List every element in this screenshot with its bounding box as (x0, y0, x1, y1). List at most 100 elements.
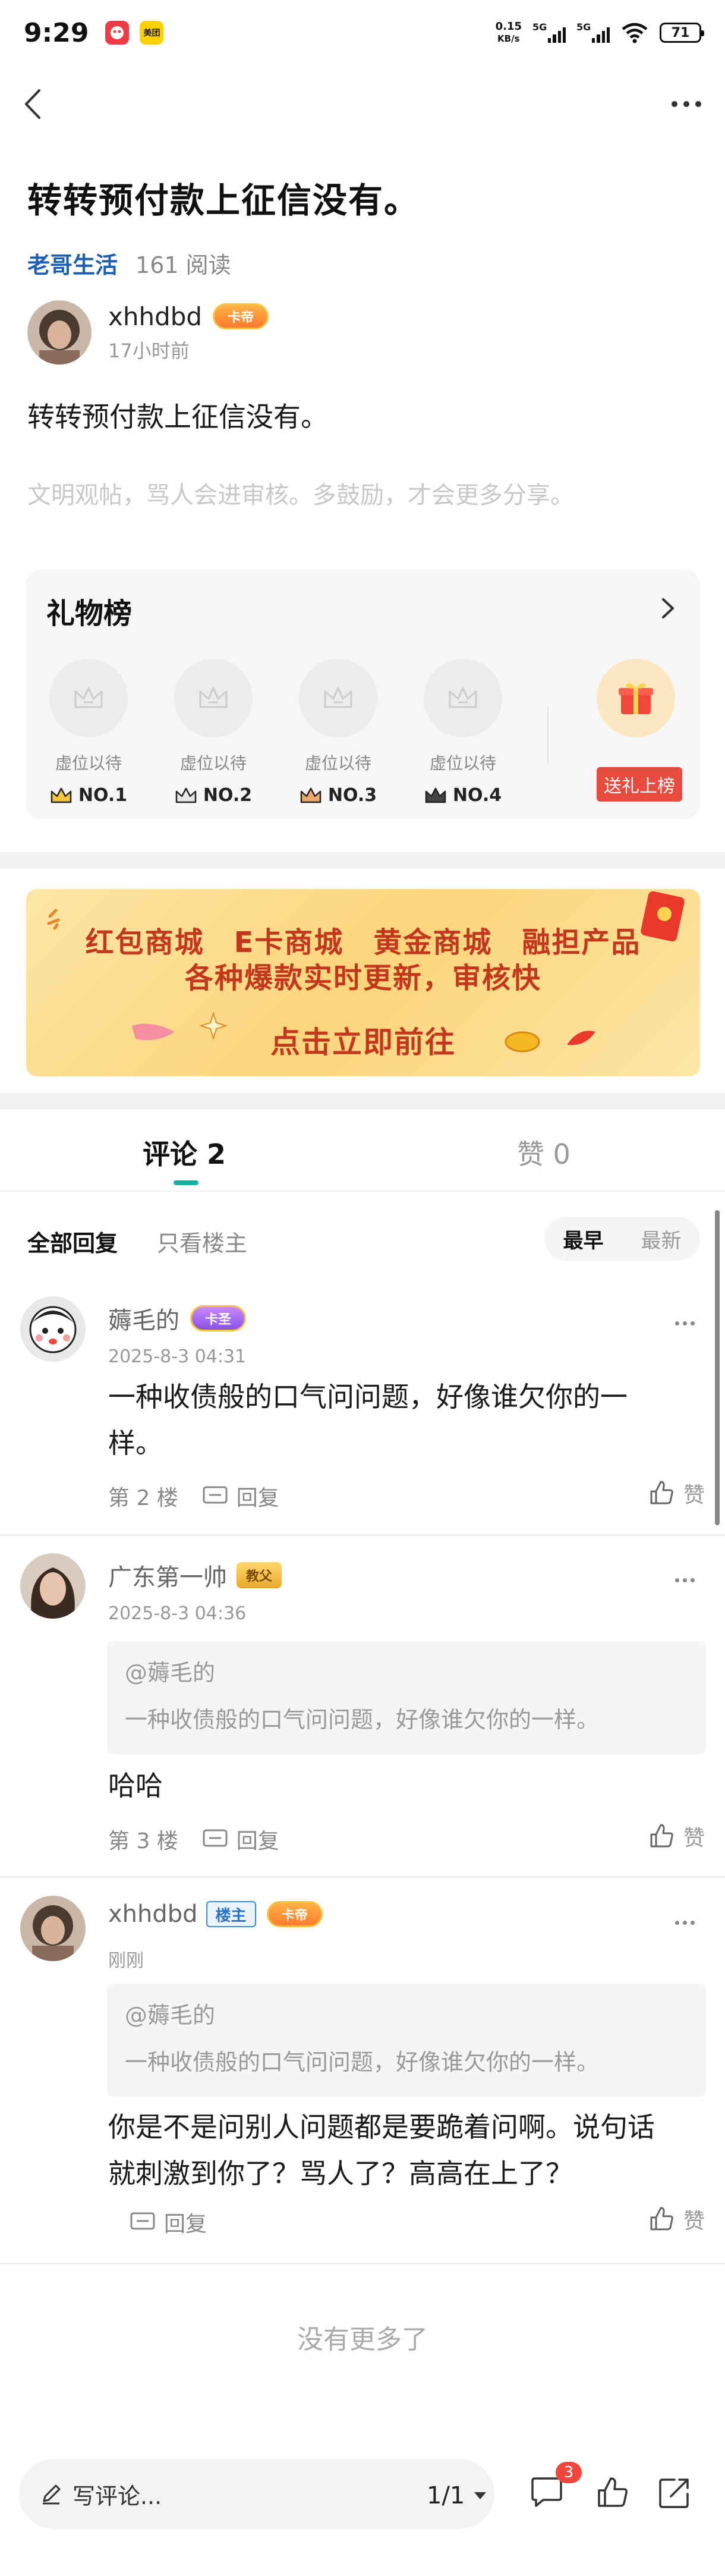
commenter-name[interactable]: xhhdbd (108, 1900, 198, 1928)
gift-slot-label: 虚位以待 (304, 753, 371, 773)
like-button[interactable]: 赞 (648, 2204, 705, 2235)
comment-time: 刚刚 (108, 1950, 144, 1971)
crown-icon (449, 687, 477, 708)
thumbs-up-icon (650, 2207, 673, 2231)
commenter-name[interactable]: 薅毛的 (108, 1301, 179, 1336)
thumbs-up-icon[interactable] (588, 2469, 636, 2517)
filter-owner-only[interactable]: 只看楼主 (157, 1225, 247, 1258)
reply-button[interactable]: 回复 (202, 1481, 279, 1512)
gift-rank: NO.4 (415, 785, 510, 806)
sort-newest[interactable]: 最新 (641, 1224, 682, 1254)
comment-text: 一种收债般的口气问问题，好像谁欠你的一 样。 (108, 1381, 628, 1459)
post-time: 17小时前 (108, 339, 190, 362)
status-bar: 9:29 美团 0.15 KB/s 5G 5G 71 (0, 0, 725, 65)
comment-time: 2025-8-3 04:36 (108, 1603, 247, 1624)
gift-box-icon[interactable] (597, 659, 675, 737)
quoted-comment[interactable]: @薅毛的 一种收债般的口气问问题，好像谁欠你的一样。 (107, 1641, 706, 1754)
commenter-avatar[interactable] (20, 1553, 86, 1619)
post-title: 转转预付款上征信没有。 (27, 180, 420, 221)
comment-time: 2025-8-3 04:31 (108, 1346, 247, 1367)
share-icon[interactable] (651, 2469, 698, 2517)
reply-button[interactable]: 回复 (130, 2207, 207, 2238)
page-indicator[interactable]: 1/1 (427, 2482, 487, 2509)
gift-slot[interactable]: 虚位以待 NO.1 (41, 659, 136, 806)
reply-icon (203, 1486, 228, 1504)
level-badge: 教父 (237, 1562, 282, 1588)
post-hint: 文明观帖，骂人会进审核。多鼓励，才会更多分享。 (27, 482, 574, 509)
back-icon[interactable] (15, 83, 51, 125)
write-comment-label: 写评论... (72, 2483, 162, 2509)
sort-toggle[interactable]: 最早 最新 (544, 1217, 700, 1261)
crown-icon (51, 787, 72, 803)
gift-board[interactable]: 礼物榜 虚位以待 NO.1 虚位以待 NO.2 虚位以待 NO.3 虚位以待 N… (26, 570, 700, 819)
filter-all-replies[interactable]: 全部回复 (27, 1225, 118, 1258)
quoted-text: 一种收债般的口气问问题，好像谁欠你的一样。 (125, 2049, 600, 2075)
active-tab-indicator (174, 1180, 198, 1185)
divider (0, 1190, 725, 1192)
sort-earliest[interactable]: 最早 (563, 1224, 604, 1254)
crown-icon (425, 787, 446, 803)
signal-icon: 5G (532, 21, 566, 43)
caret-down-icon (474, 2492, 487, 2499)
reply-icon (130, 2212, 155, 2230)
owner-badge: 楼主 (206, 1901, 256, 1927)
comment-text: 哈哈 (108, 1770, 163, 1802)
quoted-text: 一种收债般的口气问问题，好像谁欠你的一样。 (125, 1707, 600, 1733)
divider (0, 1876, 725, 1878)
author-row[interactable]: xhhdbd 卡帝 17小时前 (27, 300, 269, 365)
floor-number: 第 3 楼 (108, 1829, 178, 1854)
gift-rank: NO.2 (166, 785, 261, 806)
author-name[interactable]: xhhdbd (108, 302, 202, 331)
gift-slot-label: 虚位以待 (429, 753, 496, 773)
more-options-icon[interactable] (675, 1317, 699, 1329)
tab-comments[interactable]: 评论 2 (143, 1133, 226, 1172)
notification-app-icon (105, 21, 130, 45)
banner-subtitle: 各种爆款实时更新，审核快 (184, 962, 541, 995)
level-badge: 卡帝 (266, 1901, 323, 1927)
signal-icon: 5G (576, 21, 610, 43)
quoted-comment[interactable]: @薅毛的 一种收债般的口气问问题，好像谁欠你的一样。 (107, 1984, 706, 2097)
crown-icon (175, 787, 197, 803)
more-options-icon[interactable] (675, 1917, 699, 1928)
net-speed: 0.15 KB/s (495, 20, 522, 45)
pencil-icon (43, 2484, 61, 2505)
gift-slot-label: 虚位以待 (179, 753, 247, 773)
ribbon-icon (567, 1031, 595, 1045)
commenter-avatar[interactable] (20, 1896, 86, 1961)
divider (547, 706, 549, 764)
more-options-icon[interactable] (666, 89, 707, 119)
gift-slot[interactable]: 虚位以待 NO.2 (166, 659, 261, 806)
level-badge: 卡圣 (190, 1305, 247, 1331)
crown-icon (74, 687, 103, 708)
forum-link[interactable]: 老哥生活 (27, 247, 118, 279)
author-avatar[interactable] (27, 300, 92, 365)
reply-button[interactable]: 回复 (202, 1824, 279, 1855)
tab-likes[interactable]: 赞 0 (517, 1133, 570, 1172)
crown-icon (324, 687, 352, 708)
write-comment-input[interactable]: 写评论... (19, 2459, 494, 2529)
crown-icon (300, 787, 321, 803)
gift-rank: NO.1 (41, 785, 136, 806)
promo-banner[interactable]: 红包商城 E卡商城 黄金商城 融担产品 各种爆款实时更新，审核快 点击立即前往 (26, 889, 700, 1076)
floor-number: 第 2 楼 (108, 1486, 178, 1510)
battery-icon: 71 (660, 23, 704, 43)
section-separator (0, 852, 725, 869)
section-separator (0, 1093, 725, 1110)
status-time: 9:29 (24, 17, 89, 48)
like-button[interactable]: 赞 (648, 1478, 705, 1509)
comment-item: 薅毛的 卡圣 2025-8-3 04:31 一种收债般的口气问问题，好像谁欠你的… (0, 1296, 725, 1528)
commenter-avatar[interactable] (20, 1296, 86, 1362)
like-button[interactable]: 赞 (648, 1821, 705, 1852)
commenter-name[interactable]: 广东第一帅 (108, 1558, 227, 1592)
more-options-icon[interactable] (675, 1574, 699, 1586)
chevron-right-icon[interactable] (656, 593, 680, 623)
gift-slot[interactable]: 虚位以待 NO.3 (291, 659, 386, 806)
read-count: 161 阅读 (135, 252, 231, 278)
thumbs-up-icon (650, 1824, 673, 1848)
divider (0, 2263, 725, 2264)
post-meta: 老哥生活 161 阅读 (27, 247, 231, 279)
no-more-text: 没有更多了 (297, 2324, 428, 2355)
gift-slot[interactable]: 虚位以待 NO.4 (415, 659, 510, 806)
comment-text: 你是不是问别人问题都是要跪着问啊。说句话 就刺激到你了？骂人了？高高在上了？ (108, 2111, 655, 2189)
send-gift-button[interactable]: 送礼上榜 (597, 767, 682, 802)
